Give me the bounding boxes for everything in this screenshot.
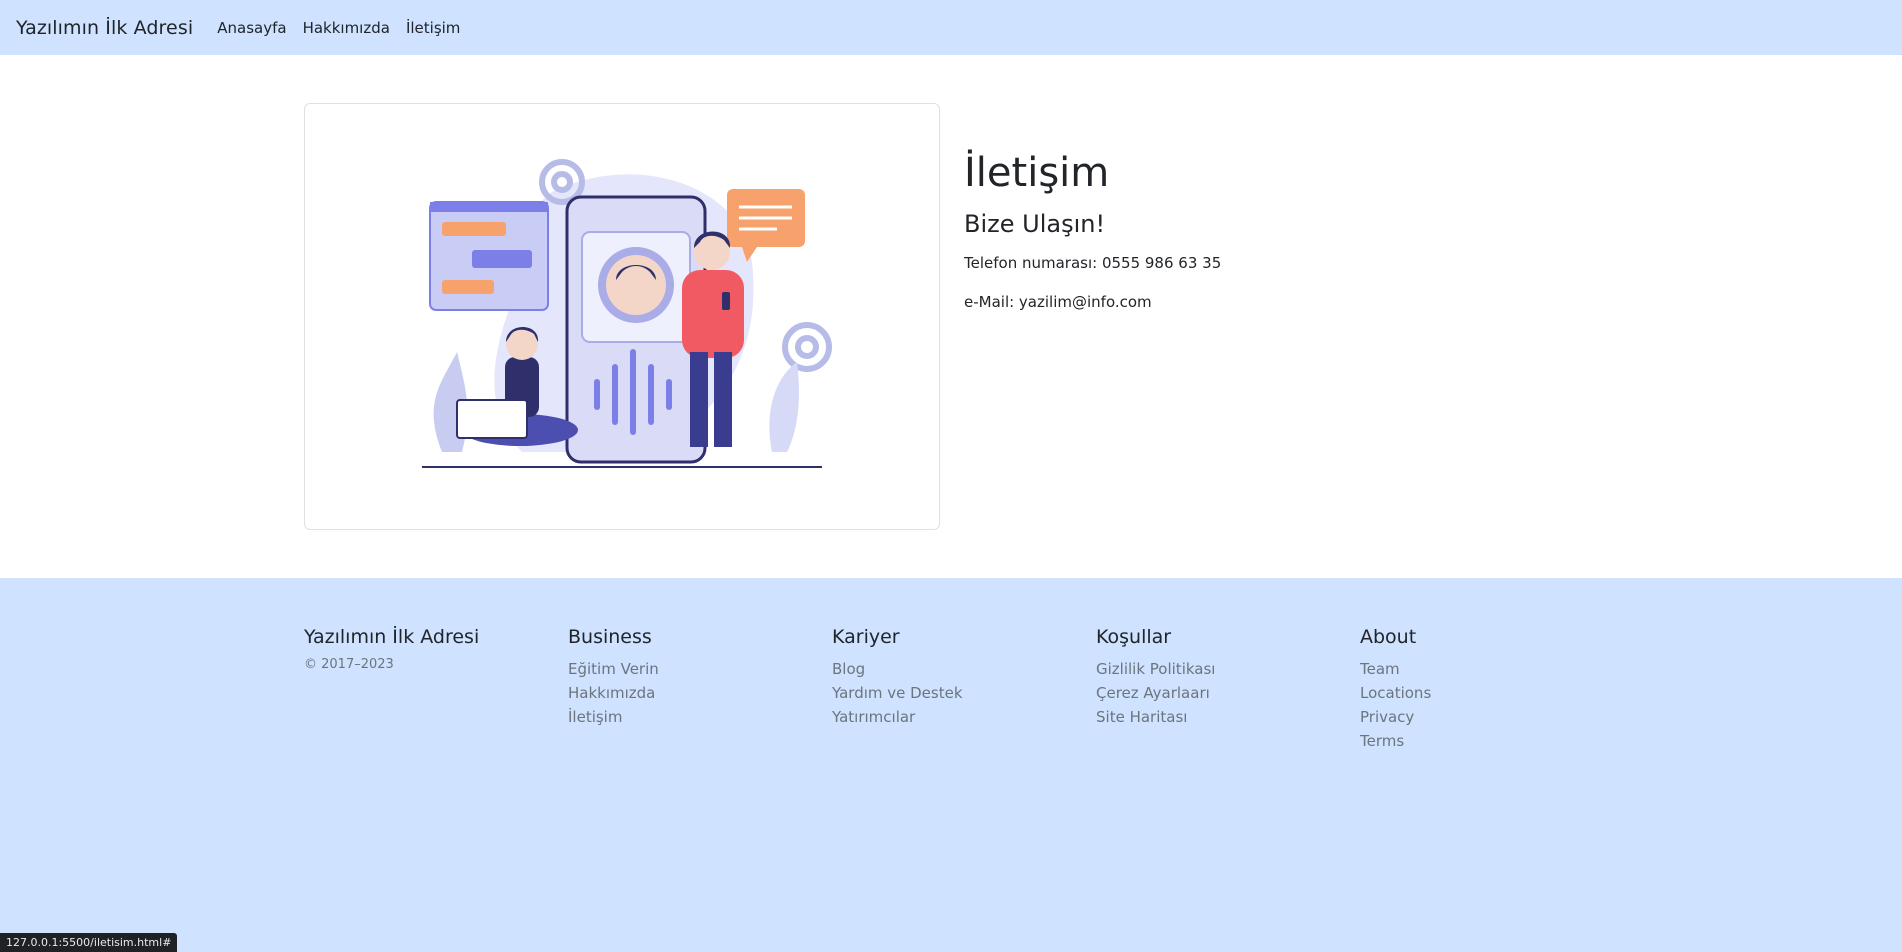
footer-brand-column: Yazılımın İlk Adresi © 2017–2023 xyxy=(304,626,479,672)
footer-link[interactable]: Blog xyxy=(832,657,963,681)
footer-column-kariyer: Kariyer Blog Yardım ve Destek Yatırımcıl… xyxy=(832,626,963,729)
phone-text: Telefon numarası: 0555 986 63 35 xyxy=(964,254,1222,272)
footer-link[interactable]: Eğitim Verin xyxy=(568,657,659,681)
footer-column-about: About Team Locations Privacy Terms xyxy=(1360,626,1431,753)
footer-column-title: About xyxy=(1360,626,1417,648)
footer-link[interactable]: Terms xyxy=(1360,729,1431,753)
page-title: İletişim xyxy=(964,150,1110,196)
navbar: Yazılımın İlk Adresi Anasayfa Hakkımızda… xyxy=(0,0,1902,55)
footer-link[interactable]: Locations xyxy=(1360,681,1431,705)
footer-link[interactable]: Çerez Ayarlaarı xyxy=(1096,681,1215,705)
footer-link[interactable]: Site Haritası xyxy=(1096,705,1215,729)
nav-link-iletisim[interactable]: İletişim xyxy=(406,19,460,37)
footer-brand: Yazılımın İlk Adresi xyxy=(304,626,480,648)
footer-column-title: Business xyxy=(568,626,652,648)
footer-link[interactable]: Hakkımızda xyxy=(568,681,659,705)
page-subtitle: Bize Ulaşın! xyxy=(964,210,1106,238)
status-bar-url: 127.0.0.1:5500/iletisim.html# xyxy=(0,933,178,952)
gear-icon xyxy=(782,321,832,372)
main-content: İletişim Bize Ulaşın! Telefon numarası: … xyxy=(0,55,1902,578)
footer-column-title: Koşullar xyxy=(1096,626,1172,648)
email-text: e-Mail: yazilim@info.com xyxy=(964,293,1152,311)
footer-link[interactable]: Yardım ve Destek xyxy=(832,681,963,705)
footer-column-business: Business Eğitim Verin Hakkımızda İletişi… xyxy=(568,626,659,729)
footer-link[interactable]: Team xyxy=(1360,657,1431,681)
contact-illustration-card xyxy=(304,103,940,530)
contact-info: İletişim Bize Ulaşın! Telefon numarası: … xyxy=(964,150,1221,332)
footer: Yazılımın İlk Adresi © 2017–2023 Busines… xyxy=(0,578,1902,952)
footer-copyright: © 2017–2023 xyxy=(304,657,394,672)
nav-link-anasayfa[interactable]: Anasayfa xyxy=(217,19,286,37)
footer-link[interactable]: Yatırımcılar xyxy=(832,705,963,729)
footer-link[interactable]: Privacy xyxy=(1360,705,1431,729)
footer-link[interactable]: Gizlilik Politikası xyxy=(1096,657,1215,681)
nav-link-hakkimizda[interactable]: Hakkımızda xyxy=(303,19,390,37)
footer-link[interactable]: İletişim xyxy=(568,705,659,729)
footer-column-title: Kariyer xyxy=(832,626,900,648)
navbar-brand[interactable]: Yazılımın İlk Adresi xyxy=(16,17,193,39)
footer-column-kosullar: Koşullar Gizlilik Politikası Çerez Ayarl… xyxy=(1096,626,1215,729)
contact-illustration xyxy=(422,158,832,468)
